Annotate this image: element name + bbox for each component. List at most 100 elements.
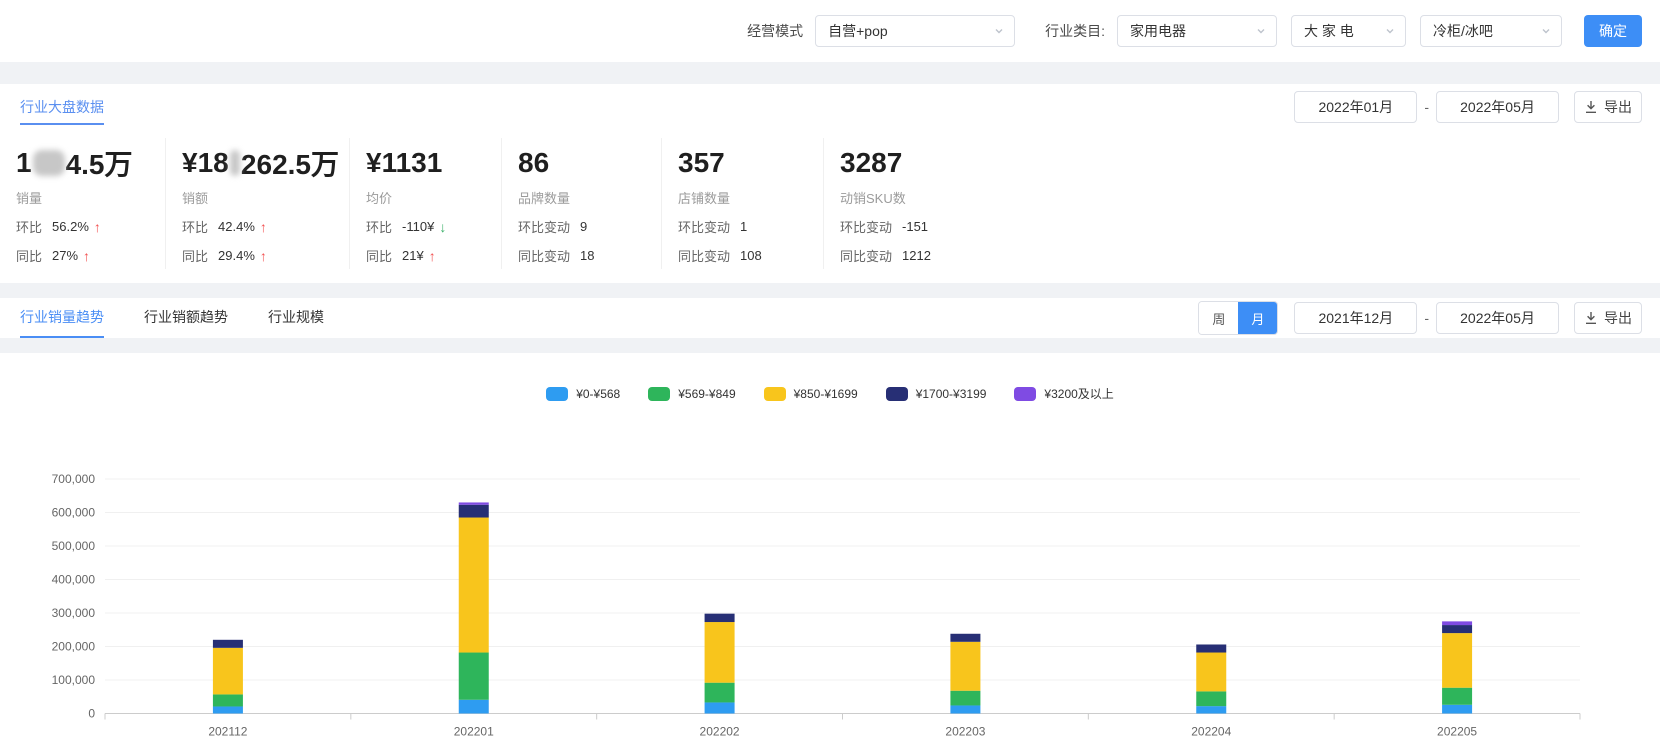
bar-segment-202204[interactable] (1196, 706, 1227, 714)
overview-title-link[interactable]: 行业大盘数据 (20, 97, 104, 125)
bar-segment-202205[interactable] (1442, 625, 1473, 634)
kpi-label: 均价 (366, 191, 393, 206)
kpi-value: ¥1131 (366, 144, 491, 182)
y-axis-label: 400,000 (52, 573, 96, 587)
kpi-value: ¥18 262.5万 (182, 144, 339, 182)
category-select-3-value: 冷柜/冰吧 (1433, 23, 1493, 39)
kpi-label: 动销SKU数 (840, 191, 906, 206)
legend-chip (885, 386, 908, 401)
mode-label: 经营模式 (747, 23, 804, 39)
period-toggle: 周月 (1198, 301, 1279, 335)
bar-segment-202112[interactable] (212, 639, 243, 648)
metric-name: 环比 (16, 220, 43, 235)
overview-end-date-input[interactable]: 2022年05月 (1436, 91, 1559, 123)
period-月-button[interactable]: 月 (1238, 302, 1278, 334)
metric-value: 18 (580, 248, 595, 263)
metric-value: 9 (580, 219, 588, 234)
trend-chart-card: ¥0-¥568 ¥569-¥849 ¥850-¥1699 ¥1700-¥3199 ¥32… (0, 353, 1660, 748)
trend-export-button[interactable]: 导出 (1574, 302, 1642, 334)
bar-segment-202112[interactable] (212, 647, 243, 695)
bar-segment-202204[interactable] (1196, 652, 1227, 692)
metric-name: 环比 (366, 220, 393, 235)
metric-value: 108 (740, 248, 762, 263)
bar-segment-202205[interactable] (1442, 704, 1473, 714)
download-icon (1586, 312, 1596, 324)
mode-select[interactable]: 自营+pop (815, 15, 1016, 47)
metric-name: 环比变动 (678, 220, 731, 235)
kpi-value: 86 (518, 144, 651, 182)
trend-up-icon: ↑ (83, 247, 91, 264)
bar-segment-202203[interactable] (950, 690, 981, 706)
x-axis-label: 202112 (208, 725, 247, 739)
bar-segment-202202[interactable] (704, 622, 735, 683)
bar-segment-202203[interactable] (950, 633, 981, 642)
bar-segment-202205[interactable] (1442, 633, 1473, 688)
legend-item-3[interactable]: ¥1700-¥3199 (885, 385, 986, 402)
metric-name: 同比变动 (840, 249, 893, 264)
kpi-card-品牌数量: 86 品牌数量 环比变动 9 同比变动 18 (502, 138, 662, 269)
legend-item-4[interactable]: ¥3200及以上 (1014, 385, 1114, 402)
y-axis-label: 200,000 (52, 640, 96, 654)
period-周-button[interactable]: 周 (1199, 302, 1239, 334)
bar-segment-202201[interactable] (458, 504, 489, 518)
metric-value: 56.2% (52, 219, 89, 234)
metric-value: 27% (52, 248, 79, 263)
bar-segment-202202[interactable] (704, 613, 735, 623)
trend-up-icon: ↑ (259, 218, 267, 235)
metric-value: 1 (740, 219, 748, 234)
kpi-value-text: 4.5万 (65, 149, 133, 180)
category-select-2[interactable]: 大 家 电 (1291, 15, 1406, 47)
tab-行业销额趋势[interactable]: 行业销额趋势 (144, 298, 228, 338)
overview-start-date-input[interactable]: 2022年01月 (1294, 91, 1418, 123)
export-label: 导出 (1604, 310, 1632, 326)
bar-segment-202112[interactable] (212, 694, 243, 707)
bar-segment-202112[interactable] (212, 706, 243, 714)
mode-select-value: 自营+pop (828, 23, 888, 39)
bar-segment-202203[interactable] (950, 641, 981, 691)
category-select-1-value: 家用电器 (1130, 23, 1186, 39)
kpi-metric: 同比变动 108 (678, 246, 813, 265)
kpi-metric: 环比变动 1 (678, 217, 813, 236)
chevron-down-icon (995, 29, 1003, 34)
kpi-metric: 环比 42.4% ↑ (182, 217, 339, 236)
kpi-metric: 环比 -110¥ ↓ (366, 217, 491, 236)
kpi-cards: 1 4.5万 销量 环比 56.2% ↑ 同比 27% ↑ ¥18 262.5万 销额 环比 42.4% ↑… (0, 130, 1660, 269)
bar-segment-202201[interactable] (458, 517, 489, 653)
tab-行业规模[interactable]: 行业规模 (268, 298, 324, 338)
trend-end-date-input[interactable]: 2022年05月 (1436, 302, 1559, 334)
kpi-metric: 同比 21¥ ↑ (366, 246, 491, 265)
legend-item-1[interactable]: ¥569-¥849 (648, 385, 736, 402)
overview-export-button[interactable]: 导出 (1574, 91, 1642, 123)
kpi-card-销额: ¥18 262.5万 销额 环比 42.4% ↑ 同比 29.4% ↑ (166, 138, 350, 269)
bar-segment-202204[interactable] (1196, 644, 1227, 653)
bar-segment-202203[interactable] (950, 705, 981, 714)
kpi-card-销量: 1 4.5万 销量 环比 56.2% ↑ 同比 27% ↑ (0, 138, 166, 269)
trend-chart: 700,000 600,000 500,000 400,000 300,000 200,0… (0, 470, 1660, 747)
category-select-3[interactable]: 冷柜/冰吧 (1420, 15, 1562, 47)
legend-item-0[interactable]: ¥0-¥568 (546, 385, 620, 402)
kpi-card-店铺数量: 357 店铺数量 环比变动 1 同比变动 108 (662, 138, 824, 269)
kpi-metric: 环比 56.2% ↑ (16, 217, 155, 236)
legend-chip (648, 386, 671, 401)
bar-segment-202201[interactable] (458, 652, 489, 700)
tab-行业销量趋势[interactable]: 行业销量趋势 (20, 298, 104, 338)
legend-item-2[interactable]: ¥850-¥1699 (763, 385, 858, 402)
category-select-1[interactable]: 家用电器 (1117, 15, 1277, 47)
bar-segment-202201[interactable] (458, 699, 489, 714)
kpi-value: 357 (678, 144, 813, 182)
bar-segment-202201[interactable] (458, 502, 489, 505)
confirm-button[interactable]: 确定 (1584, 15, 1642, 47)
y-axis-label: 0 (88, 707, 95, 721)
y-axis-label: 500,000 (52, 539, 96, 553)
kpi-metric: 同比变动 18 (518, 246, 651, 265)
bar-segment-202202[interactable] (704, 682, 735, 703)
bar-segment-202205[interactable] (1442, 621, 1473, 626)
trend-up-icon: ↑ (93, 218, 101, 235)
bar-segment-202202[interactable] (704, 702, 735, 714)
x-axis-label: 202204 (1191, 725, 1231, 739)
bar-segment-202205[interactable] (1442, 687, 1473, 705)
kpi-label: 销额 (182, 191, 209, 206)
chevron-down-icon (1386, 29, 1394, 34)
trend-start-date-input[interactable]: 2021年12月 (1294, 302, 1418, 334)
bar-segment-202204[interactable] (1196, 691, 1227, 707)
